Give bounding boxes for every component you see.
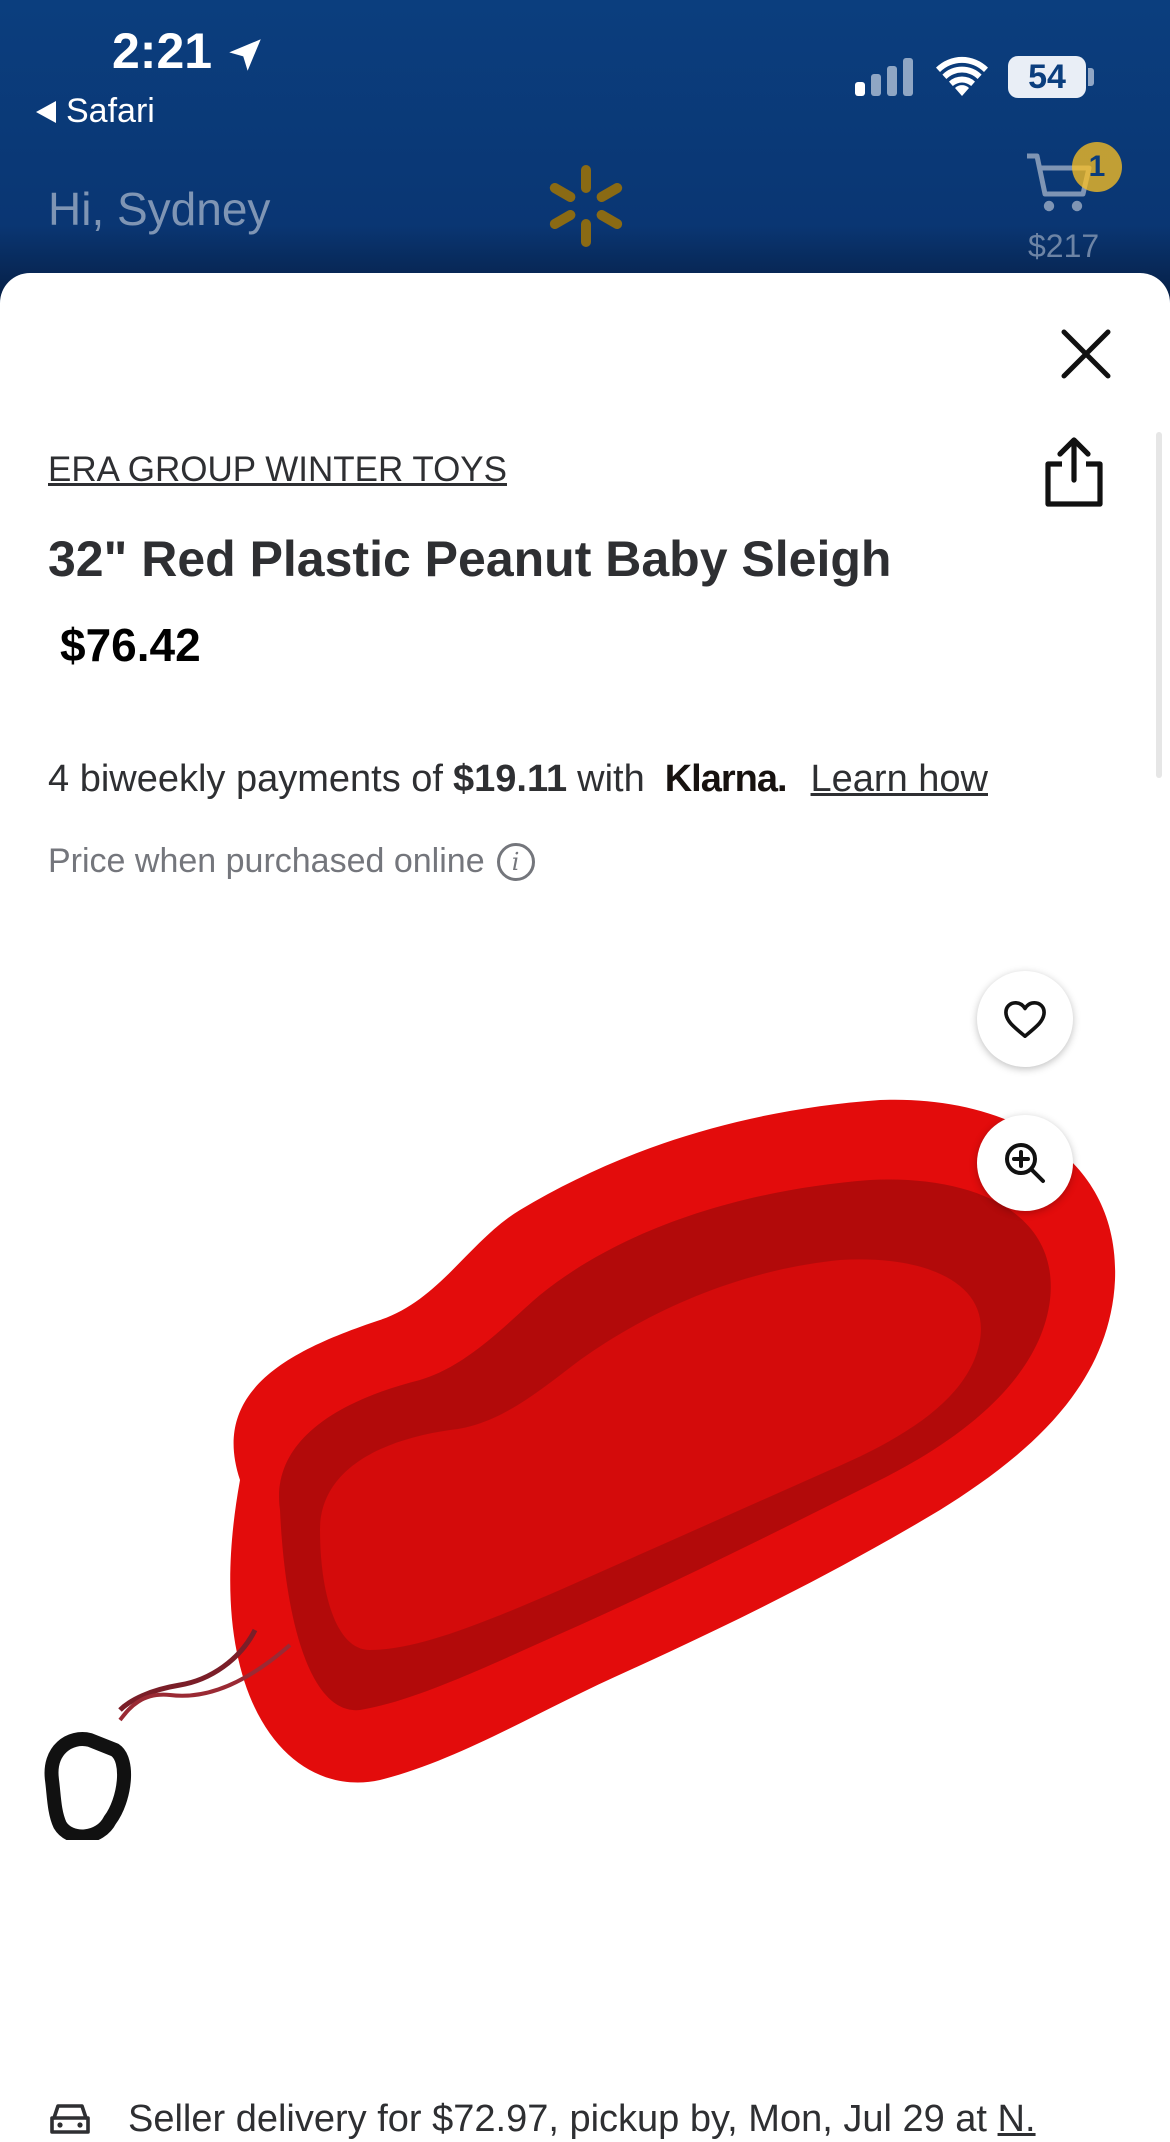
klarna-prefix: 4 biweekly payments of <box>48 758 443 800</box>
klarna-logo: Klarna. <box>664 758 788 800</box>
wifi-icon <box>936 56 988 96</box>
delivery-text-main: Seller delivery for $72.97, pickup by, M… <box>128 2098 987 2140</box>
status-time: 2:21 <box>112 23 213 79</box>
close-icon[interactable] <box>1058 326 1114 382</box>
price-note-text: Price when purchased online <box>48 842 485 880</box>
battery-indicator: 54 <box>1008 56 1086 98</box>
back-app-label: Safari <box>66 92 155 130</box>
product-title: 32" Red Plastic Peanut Baby Sleigh <box>48 531 892 587</box>
brand-link[interactable]: ERA GROUP WINTER TOYS <box>48 450 507 490</box>
cart-total: $217 <box>1028 228 1100 264</box>
signal-icon <box>855 56 913 96</box>
product-image[interactable] <box>40 1060 1120 1840</box>
learn-how-link[interactable]: Learn how <box>811 758 988 801</box>
favorite-button[interactable] <box>977 971 1073 1067</box>
spark-logo-icon[interactable] <box>545 163 627 249</box>
battery-tip <box>1088 68 1094 86</box>
info-icon[interactable]: i <box>496 842 535 881</box>
delivery-info: Seller delivery for $72.97, pickup by, M… <box>48 2098 1036 2141</box>
back-to-safari[interactable]: Safari <box>36 92 155 131</box>
share-icon[interactable] <box>1040 436 1108 508</box>
product-price: $76.42 <box>60 619 201 671</box>
greeting-text: Hi, Sydney <box>48 183 271 235</box>
heart-icon <box>1004 1000 1046 1038</box>
scrollbar[interactable] <box>1156 432 1162 778</box>
cart-count-badge: 1 <box>1072 142 1122 192</box>
zoom-button[interactable] <box>977 1115 1073 1211</box>
pickup-store-link[interactable]: N. <box>998 2098 1036 2140</box>
location-arrow-icon <box>229 39 261 71</box>
price-note: Price when purchased online i <box>48 842 535 881</box>
klarna-with: with <box>577 758 645 800</box>
car-icon <box>50 2103 90 2134</box>
app-header: 2:21 Safari 54 Hi, Sydney 1 $217 <box>0 0 1170 300</box>
delivery-text: Seller delivery for $72.97, pickup by, M… <box>128 2098 1036 2141</box>
klarna-payment-line: 4 biweekly payments of $19.11 with Klarn… <box>48 758 988 801</box>
zoom-in-icon <box>1005 1143 1045 1183</box>
back-triangle-icon <box>36 100 56 123</box>
klarna-amount: $19.11 <box>452 758 568 800</box>
